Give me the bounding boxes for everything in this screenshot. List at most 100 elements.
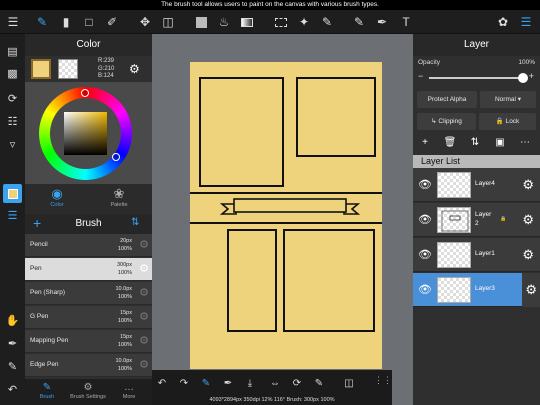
- brush-settings-gear-icon[interactable]: ⚙: [139, 238, 149, 251]
- tab-palette[interactable]: ❀ Palette: [99, 186, 139, 208]
- opacity-plus-icon[interactable]: +: [529, 71, 534, 81]
- brush-item-edge-pen[interactable]: Edge Pen 10.0px 100% ⚙: [25, 354, 152, 377]
- undo-left-icon[interactable]: ↶: [3, 380, 22, 399]
- materials-icon[interactable]: ✿: [494, 13, 512, 31]
- flip-icon[interactable]: ⇔: [267, 375, 283, 391]
- brush-settings-gear-icon[interactable]: ⚙: [139, 310, 149, 323]
- add-brush-icon[interactable]: +: [33, 215, 41, 231]
- select-pen-icon[interactable]: ✎: [318, 13, 336, 31]
- sort-icon[interactable]: ⇅: [131, 217, 139, 228]
- blend-mode-select[interactable]: Normal ▾: [480, 91, 536, 108]
- color-panel-toggle-icon[interactable]: [3, 184, 22, 203]
- hand-tool-icon[interactable]: ✋: [3, 311, 22, 330]
- snap-icon[interactable]: ▿: [3, 135, 22, 154]
- select-rect-icon[interactable]: □: [80, 13, 98, 31]
- brush-tool-icon[interactable]: ✎: [33, 13, 51, 31]
- gradient-icon[interactable]: [238, 13, 256, 31]
- primary-color-swatch[interactable]: [31, 59, 51, 79]
- more-layer-icon[interactable]: ⋯: [518, 137, 532, 148]
- pen-left-icon[interactable]: ✎: [3, 357, 22, 376]
- visibility-eye-icon[interactable]: 👁: [418, 178, 432, 191]
- saturation-value-square[interactable]: [64, 112, 107, 155]
- redo-icon[interactable]: ↷: [176, 375, 192, 391]
- canvas-area[interactable]: ↶ ↷ ✎ ✒ ⤓ ⇔ ⟳ ✎ ◫ ⋮⋮ 4093*2894px 350dpi …: [152, 34, 413, 405]
- visibility-eye-icon[interactable]: 👁: [418, 248, 432, 261]
- color-panel: Color R:239 G:210 B:124 ⚙ ◉ Color ❀ Palett…: [25, 34, 152, 214]
- select-dashed-icon[interactable]: ▩: [3, 64, 22, 83]
- layer-panel: Layer Opacity 100% − + Protect Alpha Nor…: [413, 34, 540, 405]
- rotate-icon[interactable]: ⟳: [3, 89, 22, 108]
- import-icon[interactable]: ⤓: [242, 375, 258, 391]
- layer-image-icon[interactable]: ▣: [493, 137, 507, 148]
- brush-item-mapping-pen[interactable]: Mapping Pen 15px 100% ⚙: [25, 330, 152, 353]
- text-tool-icon[interactable]: T: [397, 13, 415, 31]
- add-layer-icon[interactable]: +: [418, 137, 432, 148]
- color-panel-title: Color: [25, 34, 152, 56]
- layer-settings-gear-icon[interactable]: ⚙: [522, 273, 540, 307]
- divider-line-top: [190, 192, 382, 194]
- list-panel-toggle-icon[interactable]: ☰: [3, 206, 22, 225]
- brush-item-pen[interactable]: Pen 300px 100% ⚙: [25, 258, 152, 281]
- brush-settings-gear-icon[interactable]: ⚙: [139, 286, 149, 299]
- brush-item-pencil[interactable]: Pencil 20px 100% ⚙: [25, 234, 152, 257]
- brush-settings-gear-icon[interactable]: ⚙: [139, 334, 149, 347]
- ruler-icon[interactable]: ☷: [3, 112, 22, 131]
- brush-settings-gear-icon[interactable]: ⚙: [139, 358, 149, 371]
- layer-settings-gear-icon[interactable]: ⚙: [522, 212, 534, 228]
- undo-icon[interactable]: ↶: [154, 375, 170, 391]
- tab-brush-settings[interactable]: ⚙ Brush Settings: [68, 381, 108, 400]
- tab-color[interactable]: ◉ Color: [37, 186, 77, 208]
- clipping-button[interactable]: ↳ Clipping: [417, 113, 476, 130]
- hue-knob[interactable]: [81, 89, 89, 97]
- move-tool-icon[interactable]: ✥: [136, 13, 154, 31]
- paper-canvas[interactable]: [190, 62, 382, 369]
- eyedropper-mini-icon[interactable]: ✒: [220, 375, 236, 391]
- eyedropper-icon[interactable]: ✒: [373, 13, 391, 31]
- edit-icon[interactable]: ✎: [311, 375, 327, 391]
- more-dots-icon[interactable]: ⋮⋮: [374, 375, 392, 386]
- opacity-minus-icon[interactable]: −: [418, 71, 423, 81]
- color-tabs: ◉ Color ❀ Palette: [25, 184, 152, 214]
- secondary-color-swatch[interactable]: [58, 59, 78, 79]
- brush-settings-gear-icon[interactable]: ⚙: [139, 262, 149, 275]
- smudge-tool-icon[interactable]: ✐: [103, 13, 121, 31]
- brush-item-pen-sharp[interactable]: Pen (Sharp) 10.0px 100% ⚙: [25, 282, 152, 305]
- magic-wand-icon[interactable]: ✦: [295, 13, 313, 31]
- layer-settings-gear-icon[interactable]: ⚙: [522, 247, 534, 263]
- protect-alpha-button[interactable]: Protect Alpha: [417, 91, 477, 108]
- opacity-slider-knob[interactable]: [518, 73, 528, 83]
- visibility-eye-icon[interactable]: 👁: [418, 283, 432, 296]
- layer-settings-gear-icon[interactable]: ⚙: [522, 177, 534, 193]
- delete-layer-icon[interactable]: 🗑: [443, 137, 457, 148]
- layer-row-layer1[interactable]: 👁 Layer1 ⚙: [413, 238, 540, 272]
- menu-icon[interactable]: ☰: [4, 13, 22, 31]
- lock-button[interactable]: 🔒 Lock: [479, 113, 536, 130]
- select-eraser-icon[interactable]: ✎: [350, 13, 368, 31]
- layer-list-title: Layer List: [413, 155, 540, 168]
- rgb-readout: R:239 G:210 B:124: [98, 58, 114, 81]
- bucket-fill-icon[interactable]: ♨: [215, 13, 233, 31]
- layer-row-layer2[interactable]: 👁 Layer 2 🔒 ⚙: [413, 203, 540, 237]
- layer-row-layer4[interactable]: 👁 Layer4 ⚙: [413, 168, 540, 202]
- brush-mini-icon[interactable]: ✎: [198, 375, 214, 391]
- layers-toggle-icon[interactable]: ☰: [517, 13, 535, 31]
- eyedropper-left-icon[interactable]: ✒: [3, 334, 22, 353]
- brush-item-g-pen[interactable]: G Pen 15px 100% ⚙: [25, 306, 152, 329]
- transform-tool-icon[interactable]: ◫: [159, 13, 177, 31]
- sv-knob[interactable]: [112, 153, 120, 161]
- snap-mini-icon[interactable]: ◫: [341, 375, 357, 391]
- layer-row-layer3[interactable]: 👁 Layer3 ⚙: [413, 273, 540, 307]
- hue-wheel[interactable]: [39, 87, 132, 180]
- eraser-tool-icon[interactable]: ▮: [57, 13, 75, 31]
- tab-brush[interactable]: ✎ Brush: [27, 381, 67, 400]
- opacity-slider[interactable]: [429, 73, 528, 83]
- rotate-off-icon[interactable]: ⟳: [289, 375, 305, 391]
- fill-color-icon[interactable]: [192, 13, 210, 31]
- move-layer-icon[interactable]: ⇅: [468, 137, 482, 148]
- visibility-eye-icon[interactable]: 👁: [418, 213, 432, 226]
- color-settings-gear-icon[interactable]: ⚙: [129, 62, 140, 76]
- brush-panel: + Brush ⇅ Pencil 20px 100% ⚙ Pen 300px 100…: [25, 214, 152, 405]
- document-icon[interactable]: ▤: [3, 42, 22, 61]
- tab-more[interactable]: … More: [109, 381, 149, 400]
- lasso-select-icon[interactable]: [272, 13, 290, 31]
